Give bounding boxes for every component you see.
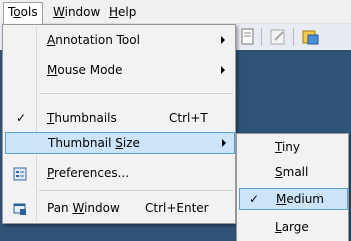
page-icon[interactable] xyxy=(238,27,258,47)
shortcut-label: Ctrl+T xyxy=(169,111,208,125)
menu-item-label: Thumbnail Size xyxy=(48,136,140,150)
submenu-arrow-icon xyxy=(222,139,226,147)
menu-item-label: Mouse Mode xyxy=(47,63,123,77)
preferences-icon xyxy=(13,166,27,181)
pan-window-icon xyxy=(13,201,27,215)
menu-window[interactable]: Window xyxy=(49,3,104,21)
menu-item-label: Medium xyxy=(276,192,324,206)
menu-item-pan-window[interactable]: Pan Window Ctrl+Enter xyxy=(5,197,233,219)
menu-item-label: Preferences... xyxy=(47,166,130,180)
submenu-arrow-icon xyxy=(221,66,225,74)
menu-item-mouse-mode[interactable]: Mouse Mode xyxy=(5,59,233,81)
menu-item-label: Small xyxy=(275,165,309,179)
toolbar-separator xyxy=(293,28,294,46)
menu-tools[interactable]: Tools xyxy=(3,2,43,24)
menu-bar: Tools Window Help xyxy=(0,0,351,24)
menu-item-label: Thumbnails xyxy=(47,111,117,125)
menu-item-label: Pan Window xyxy=(47,201,120,215)
check-icon: ✓ xyxy=(249,192,260,206)
menu-item-thumbnail-size[interactable]: Thumbnail Size xyxy=(5,132,235,154)
menu-separator xyxy=(39,190,233,191)
thumbnail-size-submenu: Tiny Small ✓ Medium Large xyxy=(236,133,349,241)
menu-separator xyxy=(39,93,233,94)
menu-item-label: Large xyxy=(275,220,309,234)
menu-item-label: Annotation Tool xyxy=(47,33,140,47)
menu-item-label: Tiny xyxy=(275,140,301,154)
shortcut-label: Ctrl+Enter xyxy=(145,201,209,215)
menu-item-annotation-tool[interactable]: Annotation Tool xyxy=(5,29,233,51)
menu-help[interactable]: Help xyxy=(105,3,140,21)
edit-icon[interactable] xyxy=(268,27,288,47)
export-icon[interactable] xyxy=(300,27,320,47)
menu-item-large[interactable]: Large xyxy=(239,216,346,238)
menu-item-small[interactable]: Small xyxy=(239,161,346,183)
menu-item-medium[interactable]: ✓ Medium xyxy=(239,188,348,210)
submenu-arrow-icon xyxy=(221,36,225,44)
menu-item-thumbnails[interactable]: ✓ Thumbnails Ctrl+T xyxy=(5,107,233,129)
check-icon: ✓ xyxy=(16,111,27,125)
tools-menu: Annotation Tool Mouse Mode ✓ Thumbnails … xyxy=(2,24,236,224)
toolbar-separator xyxy=(261,28,262,46)
menu-item-preferences[interactable]: Preferences... xyxy=(5,162,233,184)
menu-item-tiny[interactable]: Tiny xyxy=(239,136,346,158)
